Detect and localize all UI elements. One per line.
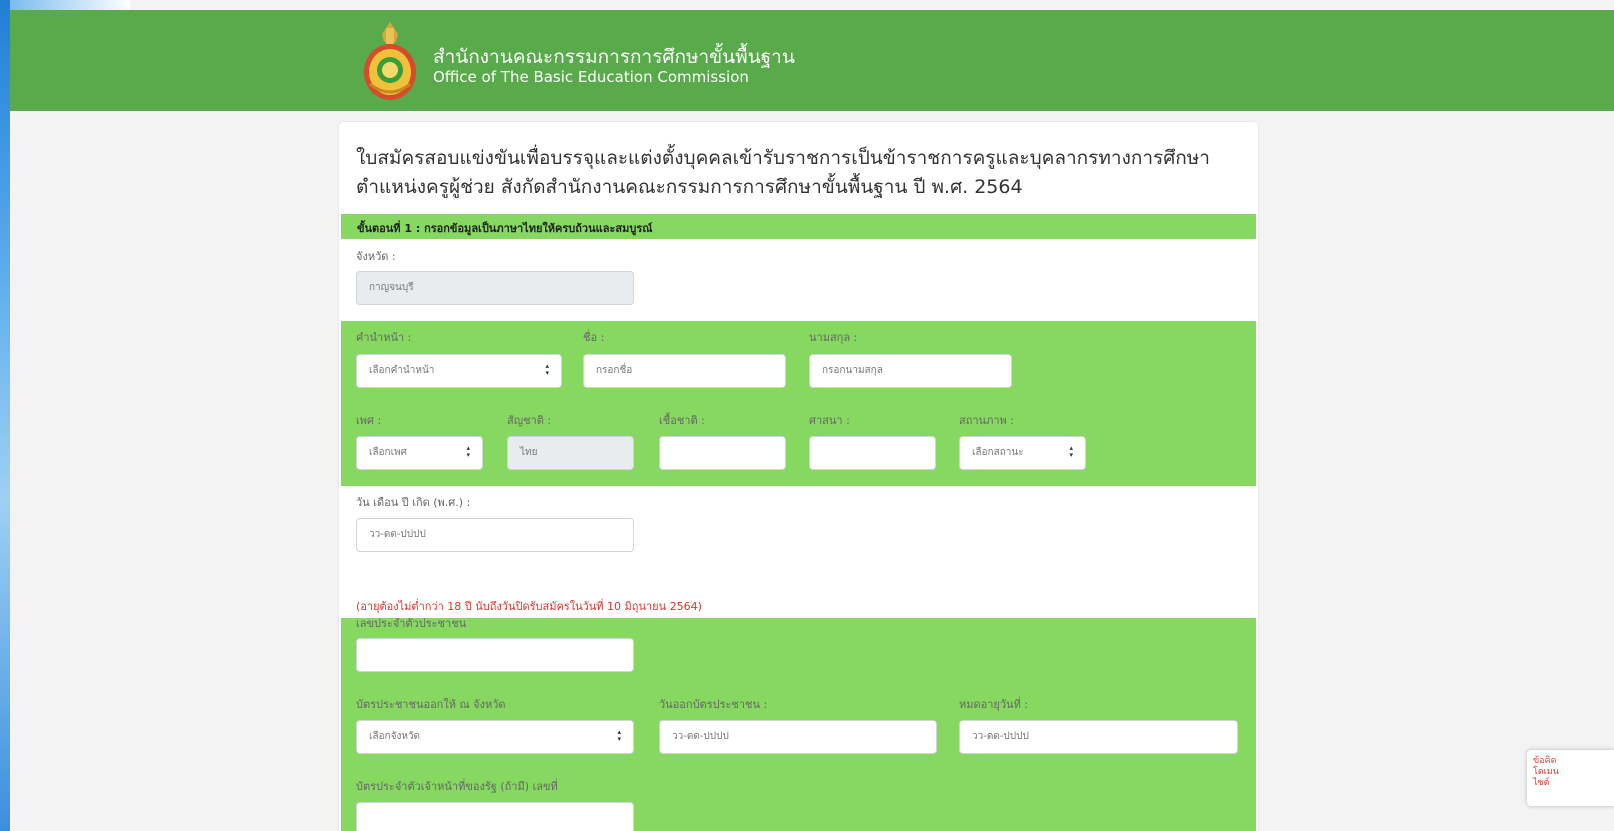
lastname-input[interactable]: กรอกนามสกุล	[809, 354, 1012, 388]
id-issue-province-label: บัตรประชาชนออกให้ ณ จังหวัด	[356, 698, 506, 711]
gov-card-label: บัตรประจำตัวเจ้าหน้าที่ของรัฐ (ถ้ามี) เล…	[356, 780, 558, 793]
status-label: สถานภาพ :	[959, 414, 1014, 427]
badge-line-3: ไซต์	[1533, 778, 1550, 788]
religion-input[interactable]	[809, 436, 936, 470]
id-number-label: เลขประจำตัวประชาชน	[356, 617, 467, 630]
age-warning: (อายุต้องไม่ต่ำกว่า 18 ปี นับถึงวันปิดรั…	[356, 600, 702, 613]
race-label: เชื้อชาติ :	[659, 414, 705, 427]
form-title: ใบสมัครสอบแข่งขันเพื่อบรรจุและแต่งตั้งบุ…	[356, 147, 1210, 198]
obec-emblem-icon	[364, 22, 416, 100]
race-input[interactable]	[659, 436, 786, 470]
nationality-label: สัญชาติ :	[507, 414, 552, 427]
badge-line-1: ข้อคิด	[1533, 756, 1557, 766]
status-select[interactable]: เลือกสถานะ	[959, 436, 1086, 470]
nationality-field: ไทย	[507, 436, 634, 470]
prefix-label: คำนำหน้า :	[356, 331, 412, 344]
lastname-label: นามสกุล :	[809, 331, 858, 344]
gov-card-input[interactable]	[356, 802, 634, 831]
application-form-card: ใบสมัครสอบแข่งขันเพื่อบรรจุและแต่งตั้งบุ…	[339, 122, 1258, 831]
birthdate-label: วัน เดือน ปี เกิด (พ.ศ.) :	[356, 496, 471, 509]
id-issue-province-select[interactable]: เลือกจังหวัด	[356, 720, 634, 754]
id-expiry-label: หมดอายุวันที่ :	[959, 698, 1029, 711]
firstname-input[interactable]: กรอกชื่อ	[583, 354, 786, 388]
religion-label: ศาสนา :	[809, 414, 850, 427]
badge-line-2: โดเมน	[1533, 767, 1559, 777]
birthdate-input[interactable]: วว-ดด-ปปปป	[356, 518, 634, 552]
side-feedback-badge[interactable]: ข้อคิด โดเมน ไซต์	[1527, 750, 1614, 806]
id-issue-date-label: วันออกบัตรประชาชน :	[659, 698, 768, 711]
top-decoration	[10, 0, 130, 10]
firstname-label: ชื่อ :	[583, 331, 605, 344]
province-label: จังหวัด :	[356, 250, 396, 263]
province-field: กาญจนบุรี	[356, 271, 634, 305]
step-1-bar: ขั้นตอนที่ 1 : กรอกข้อมูลเป็นภาษาไทยให้ค…	[341, 214, 1256, 239]
header-title-english: Office of The Basic Education Commission	[433, 68, 749, 86]
id-issue-date-input[interactable]: วว-ดด-ปปปป	[659, 720, 937, 754]
id-expiry-input[interactable]: วว-ดด-ปปปป	[959, 720, 1238, 754]
prefix-select[interactable]: เลือกคำนำหน้า	[356, 354, 562, 388]
left-decoration	[0, 0, 10, 831]
gender-label: เพศ :	[356, 414, 382, 427]
site-header: สำนักงานคณะกรรมการการศึกษาขั้นพื้นฐาน Of…	[10, 10, 1614, 111]
id-number-input[interactable]	[356, 638, 634, 672]
gender-select[interactable]: เลือกเพศ	[356, 436, 483, 470]
